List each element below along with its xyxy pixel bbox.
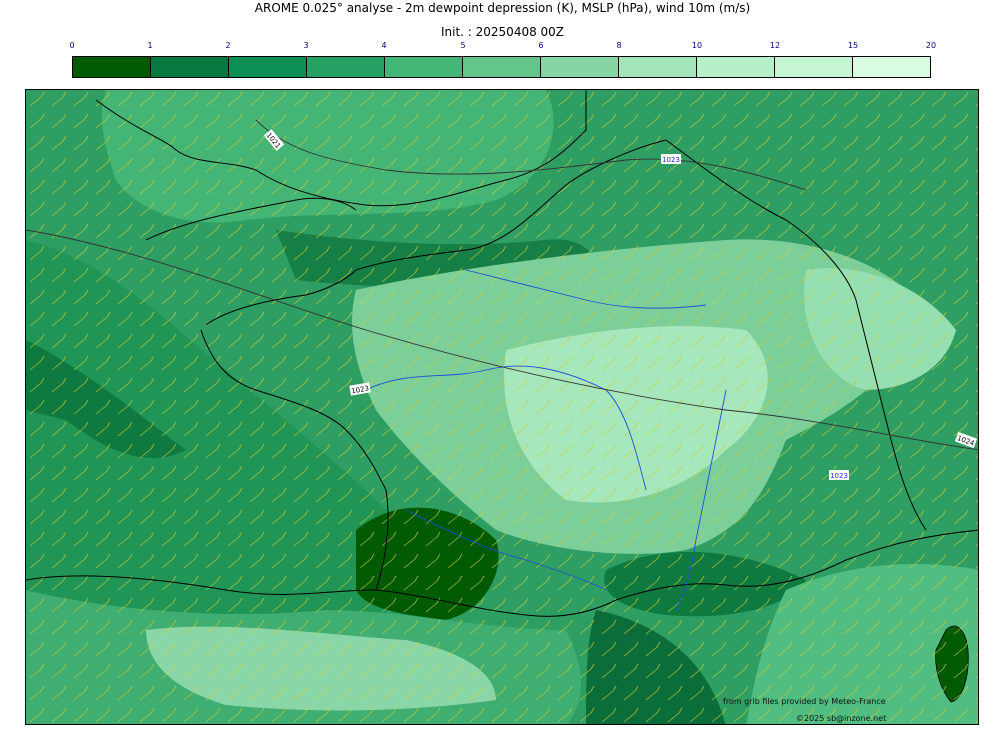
colorbar-swatch <box>697 57 775 77</box>
map-canvas: 1021 1023 1023 1023 1024 <box>26 90 978 724</box>
pressure-label: 1023 <box>829 470 849 480</box>
init-time: Init. : 20250408 00Z <box>440 25 565 39</box>
colorbar-tick: 15 <box>847 41 859 50</box>
map-panel: 1021 1023 1023 1023 1024 <box>25 89 979 725</box>
colorbar-tick: 8 <box>616 41 622 50</box>
map-title: AROME 0.025° analyse - 2m dewpoint depre… <box>254 1 751 15</box>
wind-barbs-layer <box>26 90 978 724</box>
colorbar-ticks: 0 1 2 3 4 5 6 8 10 12 15 20 <box>0 41 1005 53</box>
colorbar-tick: 12 <box>769 41 781 50</box>
colorbar-swatch <box>151 57 229 77</box>
colorbar-tick: 6 <box>538 41 544 50</box>
colorbar-swatch <box>463 57 541 77</box>
colorbar-swatch <box>73 57 151 77</box>
colorbar-tick: 4 <box>381 41 387 50</box>
colorbar-swatch <box>775 57 853 77</box>
colorbar-swatch <box>385 57 463 77</box>
colorbar-tick: 1 <box>147 41 153 50</box>
pressure-label: 1023 <box>661 154 681 164</box>
colorbar-tick: 0 <box>69 41 75 50</box>
colorbar-swatch <box>229 57 307 77</box>
svg-text:1023: 1023 <box>830 472 848 480</box>
colorbar-swatch <box>619 57 697 77</box>
colorbar-tick: 20 <box>925 41 937 50</box>
svg-text:1023: 1023 <box>662 156 680 164</box>
colorbar <box>72 56 931 78</box>
colorbar-tick: 10 <box>691 41 703 50</box>
colorbar-tick: 2 <box>225 41 231 50</box>
colorbar-swatch <box>541 57 619 77</box>
colorbar-swatch <box>853 57 930 77</box>
colorbar-swatch <box>307 57 385 77</box>
colorbar-tick: 5 <box>460 41 466 50</box>
colorbar-tick: 3 <box>303 41 309 50</box>
credit-source: from grib files provided by Meteo-France <box>723 697 886 706</box>
credit-copyright: ©2025 sb@inzone.net <box>796 714 887 723</box>
